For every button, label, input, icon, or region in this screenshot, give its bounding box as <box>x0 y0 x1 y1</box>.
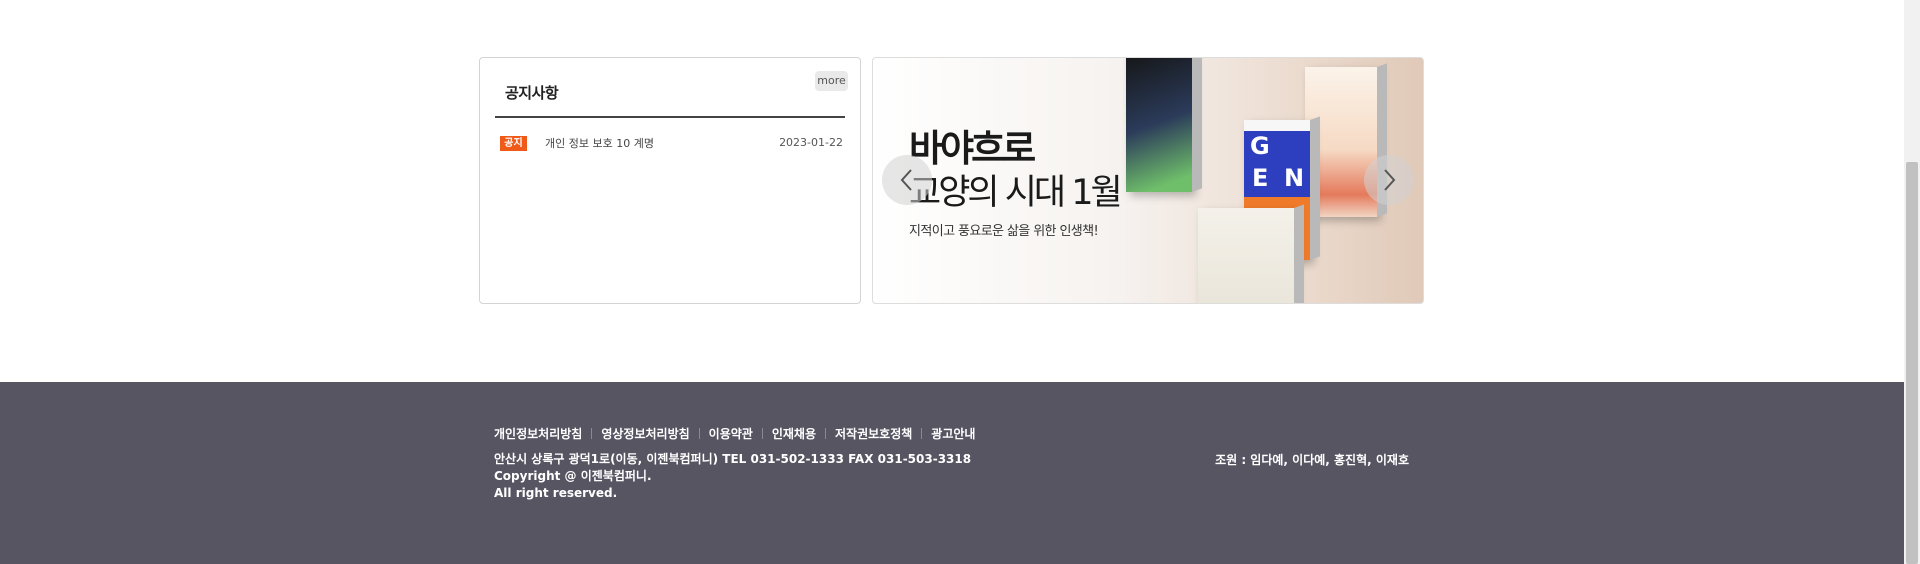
notice-item-date: 2023-01-22 <box>779 136 843 149</box>
notice-title: 공지사항 <box>505 84 559 102</box>
banner-slider[interactable]: G E N 바야흐로 교양의 시대 1월 지적이고 풍요로운 삶을 위한 인생책… <box>872 57 1424 304</box>
next-slide-button[interactable] <box>1364 155 1414 205</box>
chevron-left-icon <box>900 169 912 191</box>
footer-divider <box>825 428 826 439</box>
page: 공지사항 more 공지 개인 정보 보호 10 계명 2023-01-22 G… <box>0 0 1920 564</box>
main-content: 공지사항 more 공지 개인 정보 보호 10 계명 2023-01-22 G… <box>0 0 1904 382</box>
footer-link-copyright-policy[interactable]: 저작권보호정책 <box>835 425 912 442</box>
footer-links: 개인정보처리방침 영상정보처리방침 이용약관 인재채용 저작권보호정책 광고안내 <box>494 425 975 442</box>
notice-item-title[interactable]: 개인 정보 보호 10 계명 <box>545 135 654 151</box>
list-item[interactable]: 공지 개인 정보 보호 10 계명 2023-01-22 <box>500 134 843 152</box>
notice-board: 공지사항 more 공지 개인 정보 보호 10 계명 2023-01-22 <box>479 57 861 304</box>
footer-divider <box>698 428 700 439</box>
footer-rights: All right reserved. <box>494 486 618 500</box>
footer-address: 안산시 상록구 광덕1로(이동, 이젠북컴퍼니) TEL 031-502-133… <box>494 452 972 466</box>
footer-team: 조원 : 임다예, 이다예, 홍진혁, 이재호 <box>1215 453 1409 467</box>
footer-copyright: Copyright @ 이젠북컴퍼니. <box>494 469 652 483</box>
footer: 개인정보처리방침 영상정보처리방침 이용약관 인재채용 저작권보호정책 광고안내… <box>0 382 1904 564</box>
banner-headline-sub: 교양의 시대 1월 <box>909 173 1123 213</box>
footer-link-privacy[interactable]: 개인정보처리방침 <box>494 425 582 442</box>
footer-address-block: 안산시 상록구 광덕1로(이동, 이젠북컴퍼니) TEL 031-502-133… <box>494 451 971 502</box>
footer-link-video-privacy[interactable]: 영상정보처리방침 <box>601 425 689 442</box>
book-cover-image <box>1198 204 1304 303</box>
chevron-right-icon <box>1384 169 1396 191</box>
footer-divider <box>591 428 593 439</box>
footer-divider <box>761 428 763 439</box>
footer-link-advertising[interactable]: 광고안내 <box>931 425 975 442</box>
footer-divider <box>921 428 923 439</box>
notice-badge: 공지 <box>500 136 527 151</box>
banner-subtext: 지적이고 풍요로운 삶을 위한 인생책! <box>909 224 1099 239</box>
book-letter: E <box>1252 164 1269 192</box>
footer-link-terms[interactable]: 이용약관 <box>709 425 753 442</box>
book-letter: N <box>1284 164 1305 192</box>
book-cover-image <box>1126 58 1202 193</box>
more-button[interactable]: more <box>815 71 848 91</box>
scrollbar-thumb[interactable] <box>1906 162 1918 564</box>
vertical-scrollbar[interactable] <box>1904 0 1920 564</box>
book-letter: G <box>1250 132 1270 160</box>
footer-link-careers[interactable]: 인재채용 <box>772 425 816 442</box>
prev-slide-button[interactable] <box>882 155 932 205</box>
notice-divider <box>495 116 845 118</box>
